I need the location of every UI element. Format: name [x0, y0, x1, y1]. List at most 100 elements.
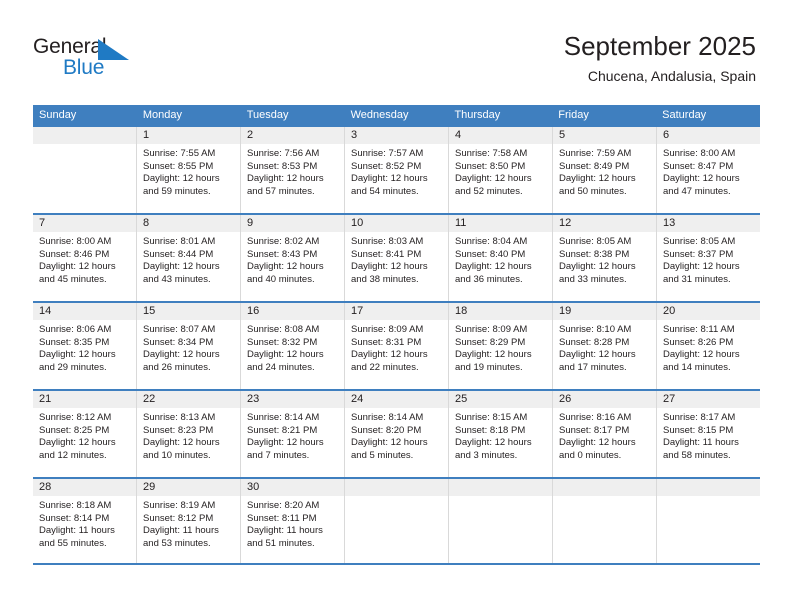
day-detail-line: and 45 minutes.	[39, 273, 107, 285]
day-detail-line: Sunrise: 8:11 AM	[663, 324, 735, 335]
day-number: 13	[663, 217, 676, 229]
day-details: Sunrise: 8:00 AM Sunset: 8:46 PM Daylight:…	[33, 232, 136, 286]
calendar-day-cell[interactable]: 12 Sunrise: 8:05 AM Sunset: 8:38 PM Dayligh…	[553, 215, 657, 301]
calendar-day-cell[interactable]: 9 Sunrise: 8:02 AM Sunset: 8:43 PM Daylight…	[241, 215, 345, 301]
day-details: Sunrise: 8:20 AM Sunset: 8:11 PM Daylight:…	[241, 496, 344, 550]
day-detail-line: Daylight: 12 hours	[663, 173, 740, 185]
calendar-day-cell[interactable]: 25 Sunrise: 8:15 AM Sunset: 8:18 PM Dayligh…	[449, 391, 553, 477]
calendar-day-cell[interactable]: 14 Sunrise: 8:06 AM Sunset: 8:35 PM Dayligh…	[33, 303, 137, 389]
day-details: Sunrise: 8:05 AM Sunset: 8:37 PM Daylight:…	[657, 232, 760, 286]
calendar-day-cell[interactable]: 11 Sunrise: 8:04 AM Sunset: 8:40 PM Dayligh…	[449, 215, 553, 301]
calendar-week-row: 1 Sunrise: 7:55 AM Sunset: 8:55 PM Daylight…	[33, 125, 760, 213]
day-number-band	[33, 127, 136, 144]
day-detail-line: Daylight: 11 hours	[247, 525, 323, 537]
day-detail-line: Daylight: 12 hours	[455, 261, 532, 273]
day-number: 18	[455, 305, 468, 317]
day-detail-line: and 19 minutes.	[455, 361, 523, 373]
calendar-day-cell[interactable]: 23 Sunrise: 8:14 AM Sunset: 8:21 PM Dayligh…	[241, 391, 345, 477]
day-detail-line: Sunset: 8:31 PM	[351, 336, 422, 348]
day-detail-line: and 5 minutes.	[351, 449, 414, 461]
calendar-day-cell[interactable]: 1 Sunrise: 7:55 AM Sunset: 8:55 PM Daylight…	[137, 127, 241, 213]
calendar-day-cell[interactable]: 17 Sunrise: 8:09 AM Sunset: 8:31 PM Dayligh…	[345, 303, 449, 389]
calendar-week-row: 28 Sunrise: 8:18 AM Sunset: 8:14 PM Dayligh…	[33, 477, 760, 565]
calendar-day-cell[interactable]: 15 Sunrise: 8:07 AM Sunset: 8:34 PM Dayligh…	[137, 303, 241, 389]
weekday-header-monday: Monday	[142, 109, 182, 121]
day-detail-line: Daylight: 12 hours	[455, 349, 532, 361]
day-detail-line: Sunrise: 8:17 AM	[663, 412, 736, 423]
calendar-day-cell[interactable]: 5 Sunrise: 7:59 AM Sunset: 8:49 PM Daylight…	[553, 127, 657, 213]
calendar-day-cell[interactable]: 10 Sunrise: 8:03 AM Sunset: 8:41 PM Dayligh…	[345, 215, 449, 301]
calendar-day-cell[interactable]: 30 Sunrise: 8:20 AM Sunset: 8:11 PM Dayligh…	[241, 479, 345, 563]
day-number-band: 28	[33, 479, 136, 496]
calendar-day-cell[interactable]: 29 Sunrise: 8:19 AM Sunset: 8:12 PM Dayligh…	[137, 479, 241, 563]
day-number: 30	[247, 481, 260, 493]
day-details	[345, 496, 448, 500]
calendar-day-cell[interactable]: 18 Sunrise: 8:09 AM Sunset: 8:29 PM Dayligh…	[449, 303, 553, 389]
calendar-cell-empty	[553, 479, 657, 563]
day-detail-line: Sunrise: 8:14 AM	[351, 412, 424, 423]
calendar-cell-empty	[449, 479, 553, 563]
day-detail-line: Sunset: 8:20 PM	[351, 424, 422, 436]
day-detail-line: Sunrise: 7:57 AM	[351, 148, 424, 159]
day-number-band: 24	[345, 391, 448, 408]
day-number: 16	[247, 305, 260, 317]
day-details: Sunrise: 8:16 AM Sunset: 8:17 PM Daylight:…	[553, 408, 656, 462]
day-number-band: 20	[657, 303, 760, 320]
day-detail-line: Daylight: 12 hours	[559, 173, 636, 185]
calendar-day-cell[interactable]: 2 Sunrise: 7:56 AM Sunset: 8:53 PM Daylight…	[241, 127, 345, 213]
day-detail-line: Daylight: 11 hours	[143, 525, 219, 537]
day-detail-line: and 12 minutes.	[39, 449, 107, 461]
brand-logo[interactable]: General Blue	[33, 36, 233, 82]
calendar-day-cell[interactable]: 8 Sunrise: 8:01 AM Sunset: 8:44 PM Daylight…	[137, 215, 241, 301]
day-detail-line: Daylight: 12 hours	[663, 349, 740, 361]
weekday-header-wednesday: Wednesday	[350, 109, 409, 121]
day-number-band: 16	[241, 303, 344, 320]
day-detail-line: Sunrise: 8:05 AM	[559, 236, 632, 247]
calendar-grid: Sunday Monday Tuesday Wednesday Thursday Frid…	[33, 105, 760, 565]
calendar-page: General Blue September 2025 Chucena, And…	[0, 0, 792, 612]
calendar-day-cell[interactable]: 6 Sunrise: 8:00 AM Sunset: 8:47 PM Daylight…	[657, 127, 760, 213]
day-detail-line: Sunset: 8:43 PM	[247, 248, 318, 260]
day-detail-line: and 33 minutes.	[559, 273, 627, 285]
calendar-day-cell[interactable]: 21 Sunrise: 8:12 AM Sunset: 8:25 PM Dayligh…	[33, 391, 137, 477]
calendar-cell-empty	[33, 127, 137, 213]
day-detail-line: and 57 minutes.	[247, 185, 315, 197]
day-number: 29	[143, 481, 156, 493]
day-number-band: 30	[241, 479, 344, 496]
day-number-band: 6	[657, 127, 760, 144]
calendar-day-cell[interactable]: 19 Sunrise: 8:10 AM Sunset: 8:28 PM Dayligh…	[553, 303, 657, 389]
day-detail-line: Sunset: 8:15 PM	[663, 424, 734, 436]
day-number: 24	[351, 393, 364, 405]
day-number: 1	[143, 129, 150, 141]
calendar-day-cell[interactable]: 26 Sunrise: 8:16 AM Sunset: 8:17 PM Dayligh…	[553, 391, 657, 477]
day-number-band: 27	[657, 391, 760, 408]
day-detail-line: Sunset: 8:32 PM	[247, 336, 318, 348]
day-detail-line: Daylight: 12 hours	[247, 349, 324, 361]
day-detail-line: Sunrise: 8:19 AM	[143, 500, 216, 511]
day-number: 27	[663, 393, 676, 405]
day-detail-line: Daylight: 12 hours	[247, 173, 324, 185]
day-number: 25	[455, 393, 468, 405]
calendar-day-cell[interactable]: 13 Sunrise: 8:05 AM Sunset: 8:37 PM Dayligh…	[657, 215, 760, 301]
calendar-day-cell[interactable]: 27 Sunrise: 8:17 AM Sunset: 8:15 PM Dayligh…	[657, 391, 760, 477]
calendar-day-cell[interactable]: 7 Sunrise: 8:00 AM Sunset: 8:46 PM Daylight…	[33, 215, 137, 301]
calendar-day-cell[interactable]: 16 Sunrise: 8:08 AM Sunset: 8:32 PM Dayligh…	[241, 303, 345, 389]
calendar-day-cell[interactable]: 24 Sunrise: 8:14 AM Sunset: 8:20 PM Dayligh…	[345, 391, 449, 477]
calendar-day-cell[interactable]: 22 Sunrise: 8:13 AM Sunset: 8:23 PM Dayligh…	[137, 391, 241, 477]
calendar-day-cell[interactable]: 20 Sunrise: 8:11 AM Sunset: 8:26 PM Dayligh…	[657, 303, 760, 389]
calendar-day-cell[interactable]: 4 Sunrise: 7:58 AM Sunset: 8:50 PM Daylight…	[449, 127, 553, 213]
weekday-header-sunday: Sunday	[39, 109, 77, 121]
calendar-day-cell[interactable]: 3 Sunrise: 7:57 AM Sunset: 8:52 PM Daylight…	[345, 127, 449, 213]
day-number: 10	[351, 217, 364, 229]
day-details: Sunrise: 8:15 AM Sunset: 8:18 PM Daylight:…	[449, 408, 552, 462]
calendar-week-row: 21 Sunrise: 8:12 AM Sunset: 8:25 PM Dayligh…	[33, 389, 760, 477]
day-number-band: 5	[553, 127, 656, 144]
day-detail-line: and 53 minutes.	[143, 537, 211, 549]
calendar-day-cell[interactable]: 28 Sunrise: 8:18 AM Sunset: 8:14 PM Dayligh…	[33, 479, 137, 563]
day-number: 7	[39, 217, 46, 229]
day-number-band: 21	[33, 391, 136, 408]
day-number-band: 9	[241, 215, 344, 232]
day-detail-line: Daylight: 12 hours	[559, 261, 636, 273]
day-details: Sunrise: 8:19 AM Sunset: 8:12 PM Daylight:…	[137, 496, 240, 550]
day-number-band	[449, 479, 552, 496]
